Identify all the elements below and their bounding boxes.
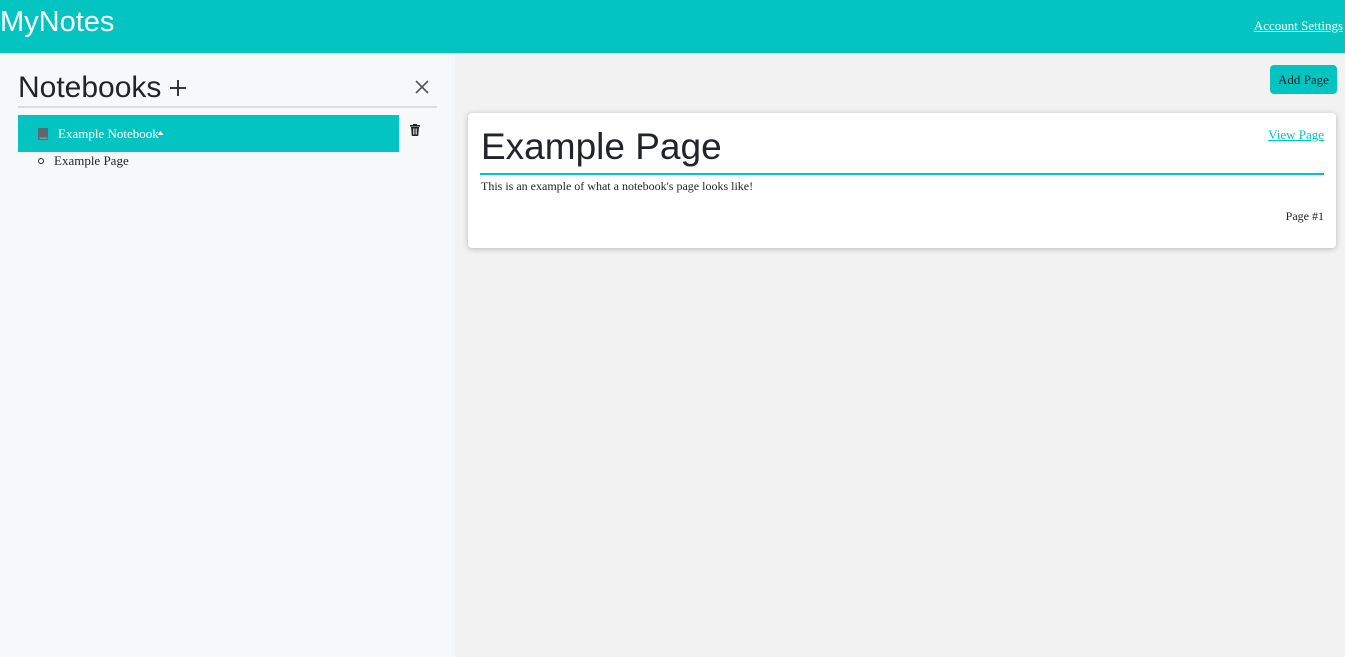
page-card: Example Page View Page This is an exampl…: [468, 113, 1336, 248]
book-icon: [38, 128, 48, 140]
notebook-label: Example Notebook: [58, 126, 159, 141]
notebooks-title: Notebooks: [18, 71, 162, 104]
caret-up-icon: [157, 131, 164, 135]
trash-icon[interactable]: [410, 124, 420, 136]
main-content: Add Page Example Page View Page This is …: [455, 53, 1345, 657]
app-brand[interactable]: MyNotes: [0, 4, 114, 40]
sidebar-page-label: Example Page: [54, 153, 129, 168]
page-title: Example Page: [481, 126, 722, 167]
page-body-text: This is an example of what a notebook's …: [481, 179, 754, 193]
add-page-button[interactable]: Add Page: [1270, 65, 1337, 94]
top-navbar: MyNotes Account Settings: [0, 0, 1345, 53]
bullet-icon: [38, 158, 44, 164]
title-divider: [480, 173, 1324, 175]
view-page-link[interactable]: View Page: [1268, 127, 1324, 143]
notebooks-sidebar: Notebooks Example Notebook Example Page: [0, 53, 455, 657]
page-number: Page #1: [1285, 209, 1324, 223]
notebooks-header: Notebooks: [18, 69, 437, 108]
account-settings-link[interactable]: Account Settings: [1254, 18, 1343, 34]
notebook-item-example-notebook[interactable]: Example Notebook: [18, 115, 399, 152]
plus-icon[interactable]: [168, 78, 188, 98]
close-icon[interactable]: [414, 79, 430, 95]
